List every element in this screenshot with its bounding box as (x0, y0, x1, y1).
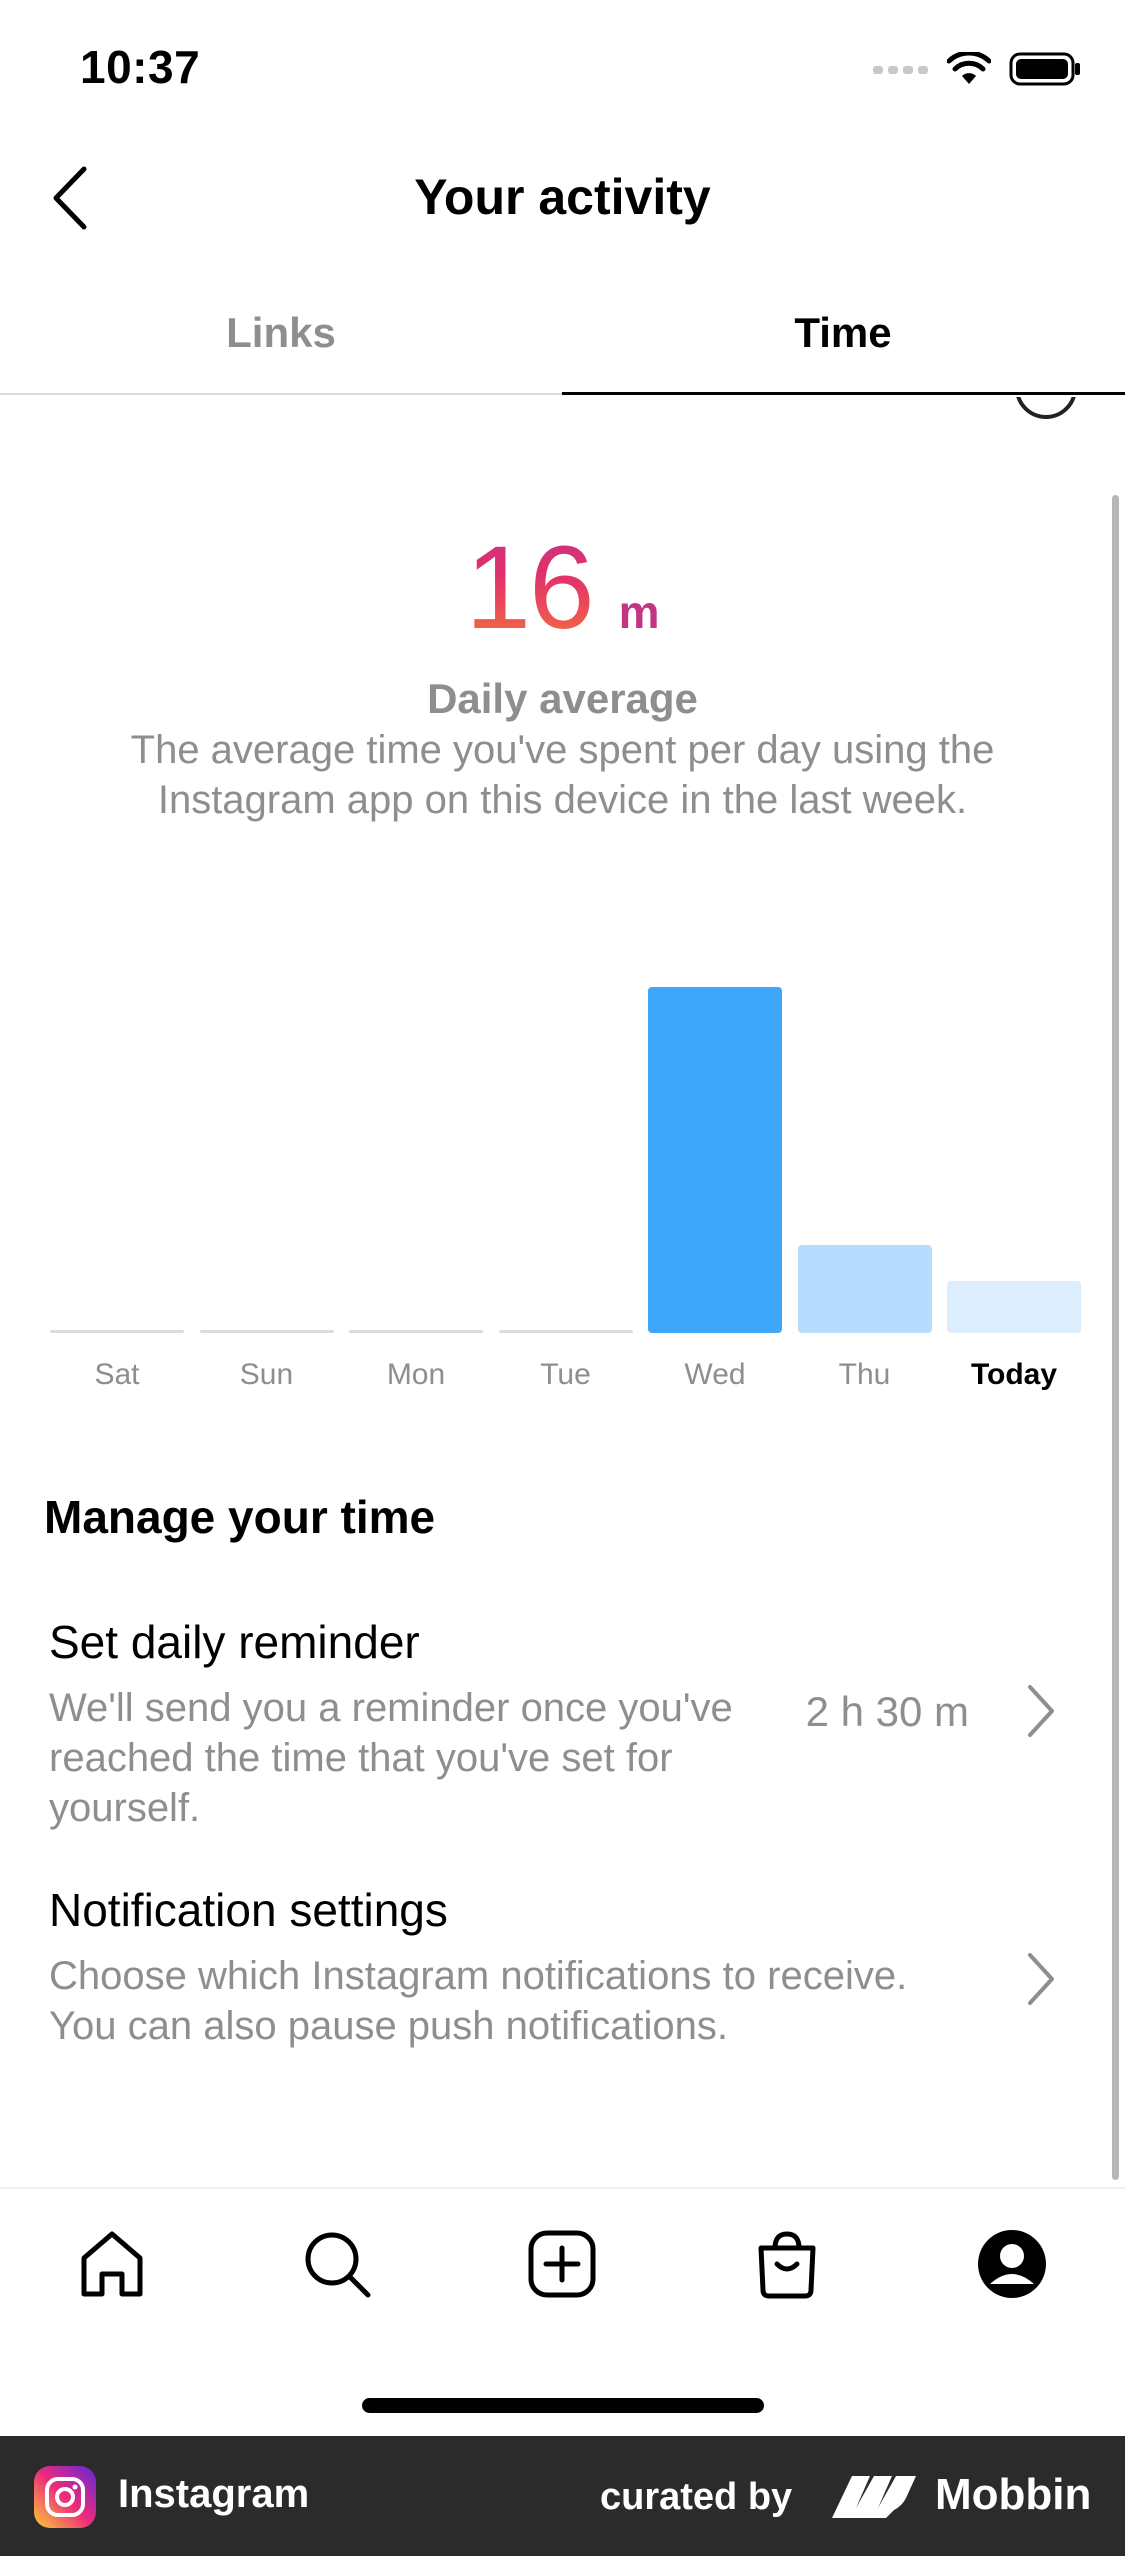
daily-reminder-row[interactable]: Set daily reminder We'll send you a remi… (0, 1615, 1125, 1845)
create-icon (528, 2230, 596, 2298)
daily-reminder-value: 2 h 30 m (805, 1688, 969, 1735)
chevron-right-icon (1017, 1947, 1065, 2011)
chart-bar[interactable] (50, 1330, 184, 1333)
daily-average-value: 16 m (0, 520, 1125, 656)
chart-day-label: Mon (386, 1358, 446, 1391)
footer-bar: Instagram curated by Mobbin (0, 2436, 1125, 2556)
daily-average-title: Daily average (427, 675, 698, 722)
tab-time[interactable]: Time (562, 270, 1124, 395)
status-icons (873, 48, 1081, 90)
chart-day-label: Sun (239, 1358, 294, 1391)
footer-brand: Mobbin (935, 2470, 1092, 2519)
chart-bar[interactable] (947, 1281, 1081, 1333)
status-bar: 10:37 (0, 0, 1125, 140)
footer-app-name: Instagram (118, 2472, 310, 2516)
daily-average-number: 16 (465, 522, 594, 654)
scrolled-content-edge (0, 397, 1125, 419)
chart-day-label: Sat (94, 1358, 140, 1391)
chart-bar[interactable] (797, 1245, 932, 1333)
chart-bar[interactable] (349, 1330, 483, 1333)
tab-links[interactable]: Links (0, 270, 562, 395)
notification-settings-title: Notification settings (49, 1884, 448, 1936)
search-icon (305, 2232, 371, 2298)
shop-icon (758, 2231, 816, 2299)
footer-curated-label: curated by (600, 2476, 793, 2518)
nav-header: Your activity (0, 140, 1125, 256)
chart-day-label: Today (970, 1358, 1058, 1391)
bottom-nav (0, 2187, 1125, 2332)
home-icon (81, 2231, 143, 2297)
page-title: Your activity (414, 169, 711, 225)
chart-bar[interactable] (648, 986, 782, 1333)
profile-button[interactable] (967, 2219, 1057, 2309)
wifi-icon (947, 52, 991, 84)
cellular-signal-icon (873, 66, 928, 74)
manage-section-title: Manage your time (44, 1491, 436, 1543)
battery-icon (1009, 52, 1080, 86)
status-time: 10:37 (80, 41, 201, 93)
profile-icon (978, 2230, 1046, 2298)
notification-settings-description: Choose which Instagram notifications to … (49, 1954, 908, 2048)
info-icon (1015, 397, 1077, 419)
chart-bar[interactable] (199, 1330, 334, 1333)
home-indicator[interactable] (362, 2398, 764, 2413)
create-button[interactable] (517, 2219, 607, 2309)
search-button[interactable] (292, 2219, 382, 2309)
tab-active-indicator (562, 392, 1125, 395)
chart-bar[interactable] (498, 1330, 633, 1333)
shop-button[interactable] (742, 2219, 832, 2309)
daily-reminder-title: Set daily reminder (49, 1616, 420, 1668)
instagram-logo-icon (34, 2466, 96, 2528)
chart-day-label: Wed (684, 1358, 746, 1391)
home-button[interactable] (67, 2219, 157, 2309)
mobbin-logo-icon (832, 2476, 916, 2518)
chart-day-label: Thu (838, 1358, 891, 1391)
daily-average-description: The average time you've spent per day us… (130, 728, 995, 822)
daily-reminder-description: We'll send you a reminder once you've re… (49, 1686, 733, 1830)
daily-average-unit: m (618, 586, 660, 638)
weekly-usage-chart: Sat Sun Mon Tue Wed Thu Today (0, 960, 1125, 1400)
chart-day-label: Tue (540, 1358, 591, 1391)
notification-settings-row[interactable]: Notification settings Choose which Insta… (0, 1883, 1125, 2113)
tab-bar-top: Links Time (0, 270, 1125, 395)
chevron-right-icon (1017, 1679, 1065, 1743)
